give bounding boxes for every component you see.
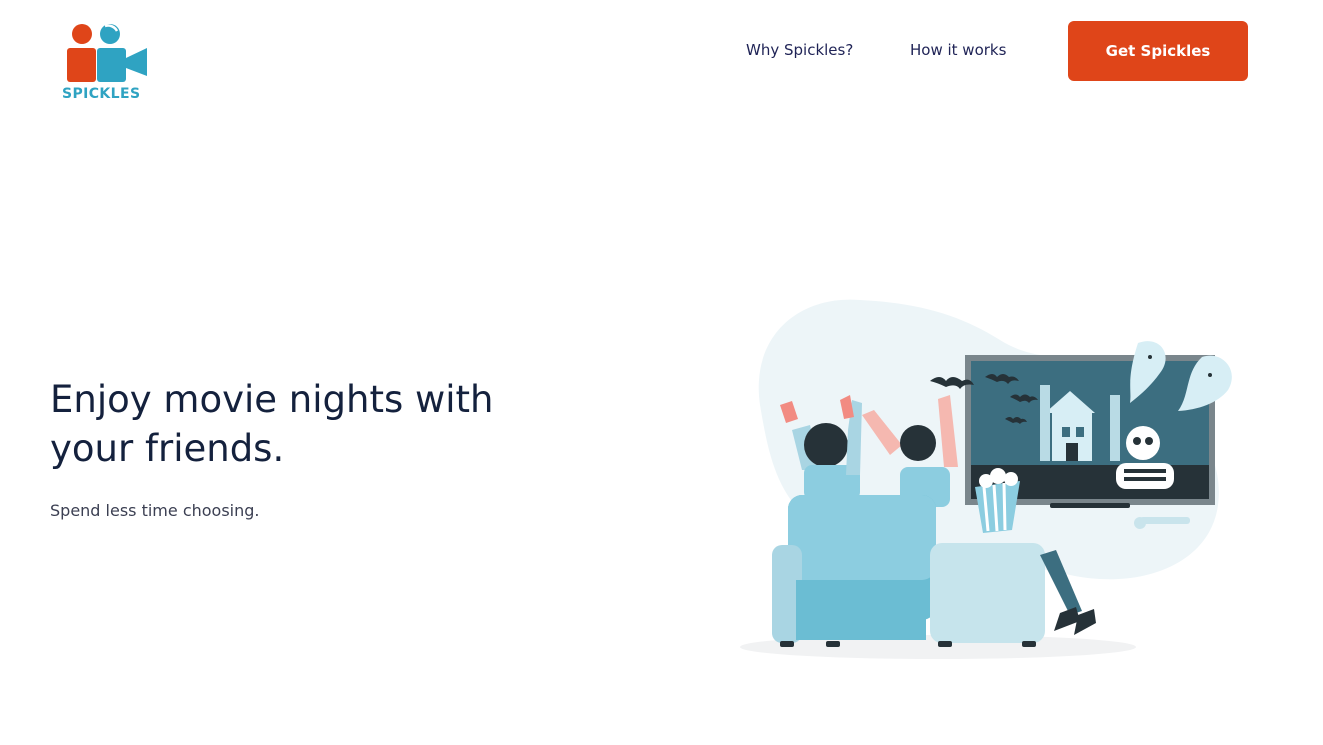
nav-link-how-it-works[interactable]: How it works	[910, 41, 1006, 59]
movie-night-illustration	[740, 299, 1232, 659]
nav-link-why-spickles[interactable]: Why Spickles?	[746, 41, 853, 59]
logo-wordmark: SPICKLES	[62, 86, 141, 102]
landing-page: SPICKLES Why Spickles? How it works Get …	[0, 0, 1323, 745]
hero-title: Enjoy movie nights with your friends.	[50, 378, 494, 470]
get-spickles-button[interactable]: Get Spickles	[1068, 21, 1248, 81]
hero-subtitle: Spend less time choosing.	[50, 501, 260, 520]
